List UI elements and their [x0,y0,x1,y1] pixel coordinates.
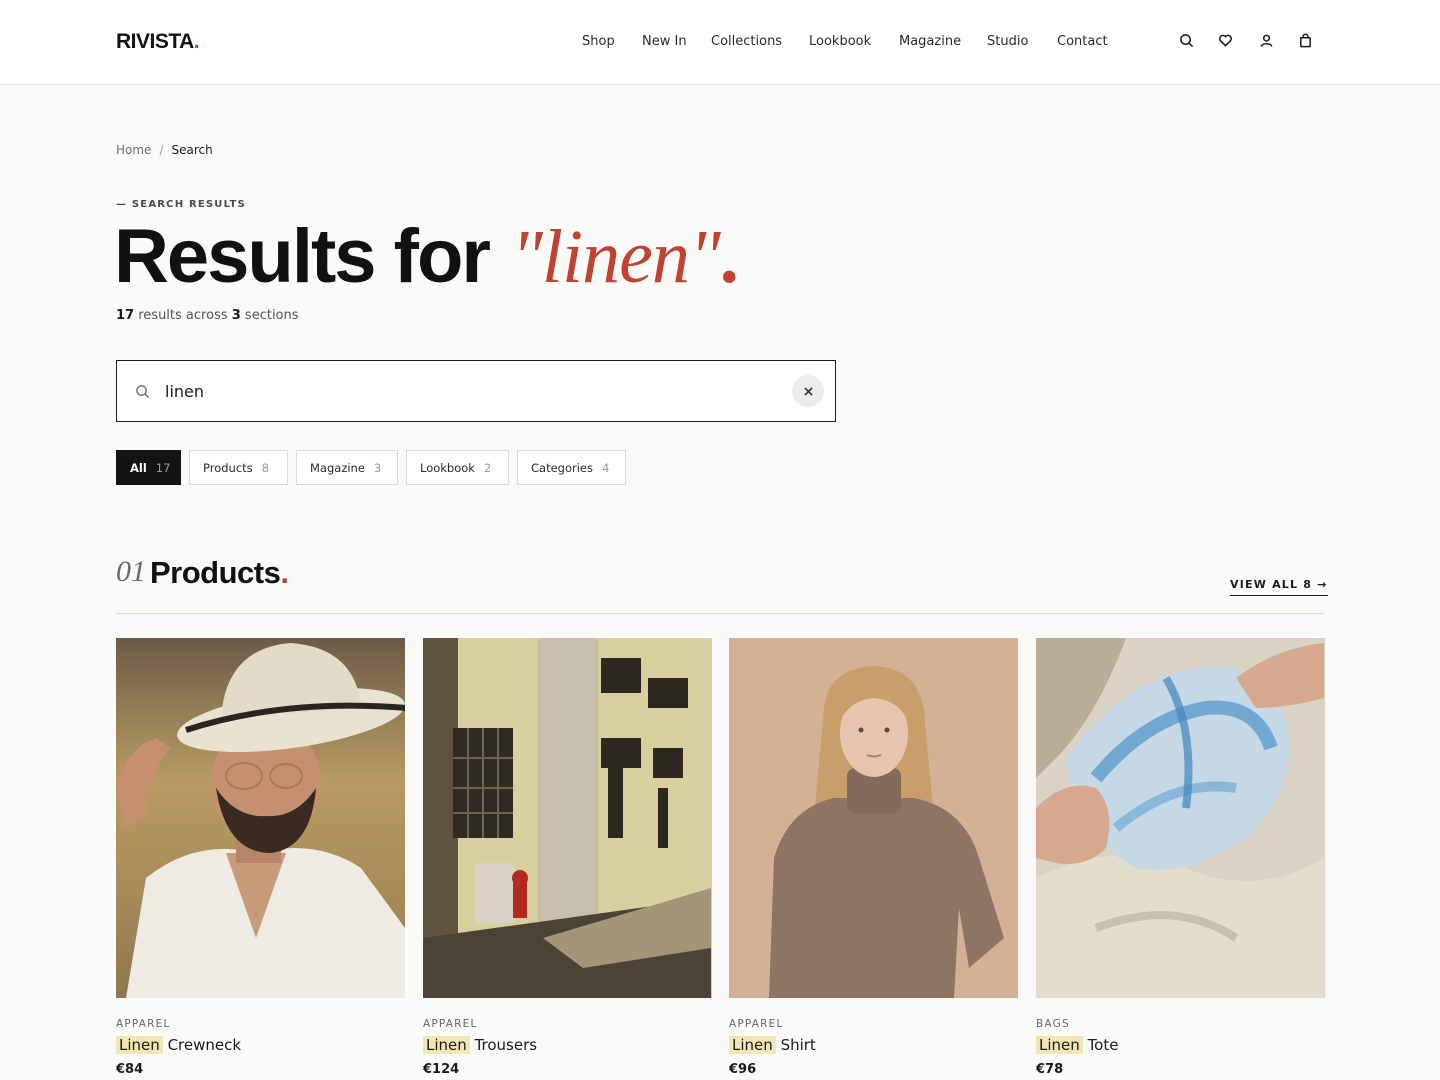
heart-icon[interactable] [1215,30,1235,50]
nav-contact[interactable]: Contact [1057,34,1108,49]
product-name[interactable]: Linen Shirt [729,1036,1018,1054]
product-card[interactable]: APPAREL Linen Shirt €96 [729,638,1018,1077]
product-card[interactable]: APPAREL Linen Crewneck €84 [116,638,405,1077]
filter-magazine[interactable]: Magazine 3 [296,450,398,485]
nav-magazine[interactable]: Magazine [899,34,961,49]
logo[interactable]: RIVISTA. [116,30,200,54]
product-category: APPAREL [116,1018,171,1030]
product-category: APPAREL [423,1018,478,1030]
section-number: 01 [116,555,146,588]
product-card[interactable]: BAGS Linen Tote €78 [1036,638,1325,1077]
view-all-products-link[interactable]: VIEW ALL 8 → [1230,578,1328,596]
results-summary: 17 results across 3 sections [116,308,299,323]
filter-categories[interactable]: Categories 4 [517,450,626,485]
filter-products[interactable]: Products 8 [189,450,288,485]
product-category: APPAREL [729,1018,784,1030]
search-icon[interactable] [1176,30,1196,50]
product-image[interactable] [116,638,405,998]
nav-studio[interactable]: Studio [987,34,1028,49]
close-icon [803,386,813,396]
breadcrumb: Home / Search [116,143,213,157]
breadcrumb-current: Search [171,143,213,157]
nav-shop[interactable]: Shop [582,34,615,49]
filter-all[interactable]: All 17 [116,450,181,485]
eyebrow-label: — SEARCH RESULTS [116,199,246,210]
product-name[interactable]: Linen Trousers [423,1036,712,1054]
bag-icon[interactable] [1295,30,1315,50]
section-title: Products. [150,555,289,590]
product-name[interactable]: Linen Tote [1036,1036,1325,1054]
product-price: €84 [116,1062,144,1077]
product-image[interactable] [423,638,712,998]
user-icon[interactable] [1256,30,1276,50]
breadcrumb-separator: / [159,143,164,157]
nav-new-in[interactable]: New In [642,34,687,49]
breadcrumb-home[interactable]: Home [116,143,151,157]
search-input[interactable] [165,379,765,403]
clear-search-button[interactable] [792,375,824,407]
product-price: €78 [1036,1062,1064,1077]
product-category: BAGS [1036,1018,1070,1030]
product-name[interactable]: Linen Crewneck [116,1036,405,1054]
search-query-text: "linen" [510,215,721,299]
product-card[interactable]: APPAREL Linen Trousers €124 [423,638,712,1077]
site-header: RIVISTA. Shop New In Collections Lookboo… [0,0,1440,85]
product-price: €96 [729,1062,757,1077]
nav-collections[interactable]: Collections [711,34,782,49]
search-icon [135,384,150,399]
filter-lookbook[interactable]: Lookbook 2 [406,450,509,485]
product-image[interactable] [1036,638,1325,998]
search-box [116,360,836,422]
product-price: €124 [423,1062,460,1077]
product-image[interactable] [729,638,1018,998]
nav-lookbook[interactable]: Lookbook [809,34,871,49]
page-title: Results for "linen". [114,214,739,299]
section-divider [116,613,1324,614]
